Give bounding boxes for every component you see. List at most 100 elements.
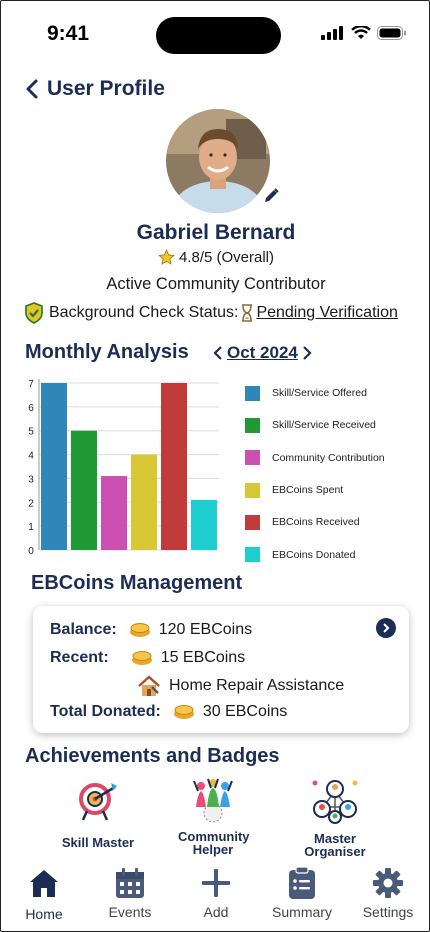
y-tick-label: 5: [28, 427, 34, 438]
donated-row: Total Donated: 30 EBCoins: [50, 703, 287, 721]
recent-description-row: Home Repair Assistance: [137, 675, 344, 697]
y-tick-label: 2: [28, 498, 34, 509]
wifi-icon: [351, 26, 371, 39]
y-tick-label: 6: [28, 403, 34, 414]
balance-label: Balance:: [50, 621, 117, 638]
star-icon: [158, 249, 175, 265]
dynamic-island: [156, 17, 281, 54]
shield-check-icon: [25, 302, 43, 324]
legend-label: Skill/Service Offered: [272, 387, 367, 400]
legend-label: Community Contribution: [272, 451, 385, 464]
y-tick-label: 0: [28, 546, 34, 557]
tab-home[interactable]: Home: [1, 866, 87, 931]
user-role: Active Community Contributor: [106, 275, 326, 293]
donated-value: 30 EBCoins: [202, 703, 288, 720]
prev-month-icon[interactable]: [213, 346, 223, 360]
edit-pencil-icon[interactable]: [262, 187, 280, 205]
legend-label: EBCoins Donated: [272, 548, 356, 561]
calendar-icon: [116, 868, 144, 898]
badge-skill-master[interactable]: Skill Master: [43, 777, 153, 849]
tab-settings[interactable]: Settings: [345, 866, 429, 931]
recent-label: Recent:: [50, 649, 109, 666]
background-check-status-link[interactable]: Pending Verification: [256, 304, 397, 322]
coin-stack-icon: [129, 623, 150, 637]
battery-icon: [377, 26, 406, 40]
legend-swatch: [245, 450, 260, 466]
recent-value: 15 EBCoins: [160, 649, 246, 666]
badge-label: Community Helper: [178, 829, 250, 857]
tab-label: Summary: [272, 904, 332, 920]
ebcoins-card: Balance: 120 EBCoins Recent: 15 EBCoins …: [33, 606, 409, 733]
chevron-right-icon: [383, 623, 390, 633]
legend-label: Skill/Service Received: [272, 419, 376, 432]
badge-label: Master Organiser: [304, 831, 366, 859]
bar-community-contribution: [101, 476, 127, 550]
recent-description: Home Repair Assistance: [169, 677, 345, 694]
bar-ebcoins-donated: [191, 499, 217, 550]
home-icon: [30, 870, 58, 897]
achievements-title: Achievements and Badges: [25, 745, 280, 767]
status-time: 9:41: [47, 22, 90, 45]
tab-label: Home: [25, 906, 63, 922]
legend-label: EBCoins Received: [272, 516, 360, 529]
legend-swatch: [245, 514, 260, 530]
badge-community-helper[interactable]: Community Helper: [158, 777, 268, 856]
target-arrow-icon: [79, 783, 117, 821]
y-tick-label: 1: [28, 522, 34, 533]
current-month[interactable]: Oct 2024: [227, 343, 298, 363]
tab-add[interactable]: Add: [173, 866, 259, 931]
signal-icon: [321, 26, 343, 40]
coin-stack-icon: [173, 705, 194, 719]
ebcoins-details-button[interactable]: [376, 618, 396, 638]
background-check-row: Background Check Status: Pending Verific…: [23, 302, 423, 324]
balance-value: 120 EBCoins: [158, 621, 253, 638]
background-check-label: Background Check Status:: [49, 304, 239, 321]
status-bar: 9:41: [1, 1, 429, 65]
network-people-icon: [312, 780, 358, 824]
ebcoins-title: EBCoins Management: [31, 572, 243, 594]
legend-swatch: [245, 385, 260, 401]
community-group-icon: [193, 778, 233, 823]
bar-skill-service-offered: [41, 383, 67, 550]
tab-label: Events: [108, 904, 152, 920]
gear-icon: [373, 868, 403, 898]
y-tick-label: 4: [28, 451, 34, 462]
clipboard-icon: [289, 866, 315, 899]
legend-label: EBCoins Spent: [272, 484, 344, 497]
monthly-analysis-title: Monthly Analysis: [25, 341, 189, 363]
donated-label: Total Donated:: [50, 703, 161, 720]
back-chevron-icon[interactable]: [25, 79, 39, 99]
plus-icon: [202, 869, 230, 897]
legend-swatch: [245, 547, 260, 563]
tab-summary[interactable]: Summary: [259, 866, 345, 931]
recent-row: Recent: 15 EBCoins: [50, 649, 245, 667]
coin-stack-icon: [131, 651, 152, 665]
balance-row: Balance: 120 EBCoins: [50, 621, 252, 639]
badge-master-organiser[interactable]: Master Organiser: [280, 777, 390, 858]
page-title: User Profile: [47, 77, 165, 100]
user-name: Gabriel Bernard: [136, 221, 296, 244]
chart-legend: Skill/Service Offered Skill/Service Recei…: [245, 377, 425, 571]
legend-item: Skill/Service Received: [245, 409, 425, 441]
tab-label: Add: [203, 904, 229, 920]
bar-ebcoins-received: [161, 383, 187, 550]
tab-label: Settings: [362, 904, 414, 920]
tab-events[interactable]: Events: [87, 866, 173, 931]
page-header: User Profile: [25, 77, 165, 101]
bottom-tab-bar: Home Events Add Summary Settings: [1, 866, 429, 931]
bar-skill-service-received: [71, 430, 97, 550]
legend-item: EBCoins Spent: [245, 474, 425, 506]
legend-item: EBCoins Donated: [245, 538, 425, 570]
rating-row: 4.8/5 (Overall): [1, 249, 429, 266]
monthly-bar-chart: 0 1 2 3 4 5 6 7: [28, 379, 219, 557]
system-icons: [321, 26, 407, 40]
y-tick-label: 7: [28, 379, 34, 390]
home-repair-icon: [138, 675, 160, 696]
profile-avatar: [166, 109, 279, 213]
avatar-photo: [166, 109, 270, 213]
next-month-icon[interactable]: [302, 346, 312, 360]
badge-label: Skill Master: [61, 835, 135, 850]
legend-swatch: [245, 482, 260, 498]
legend-item: EBCoins Received: [245, 506, 425, 538]
legend-swatch: [245, 417, 260, 433]
